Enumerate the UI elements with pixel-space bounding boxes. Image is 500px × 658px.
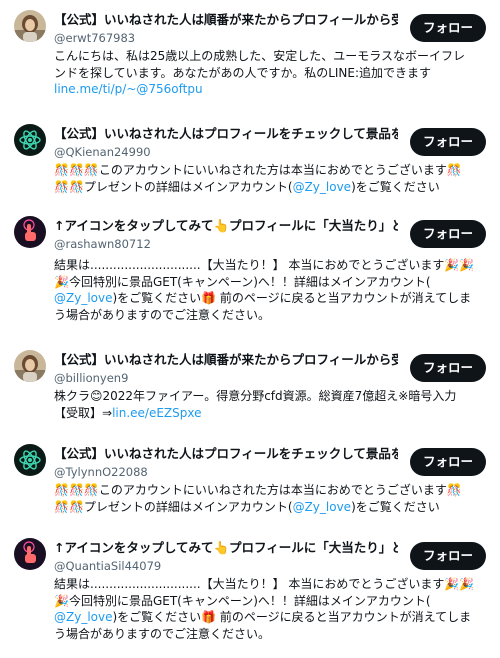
bio-line: う場合がありますのでご注意ください。 [54,626,271,641]
bio-line: 🎊🎊🎊このアカウントにいいねされた方は本当におめでとうございます🎊 [54,163,462,177]
avatar[interactable] [14,216,46,248]
bio: 結果は.............................【大当たり！】 … [54,576,486,642]
account-card[interactable]: 【公式】いいねされた人はプロフィールをチェックして景品を @TylynnO220… [0,444,500,528]
bio-text: )をご覧ください [351,179,440,194]
bio-text: )をご覧ください🎁 前のページに戻ると当アカウントが消えてしま [112,291,472,305]
bio-text: 【受取】⇒ [54,405,113,420]
user-handle: @QuantiaSil44079 [54,559,162,573]
bio-line: 株クラ😊2022年ファイアー。得意分野cfd資源。総資産7億超え※暗号入力 [54,389,457,403]
bio: 🎊🎊🎊このアカウントにいいねされた方は本当におめでとうございます🎊 🎊🎊プレゼン… [54,162,486,195]
display-name[interactable]: 【公式】いいねされた人は順番が来たからプロフィールから受取 [54,10,398,30]
user-handle: @TylynnO22088 [54,465,148,479]
bio-text: )をご覧ください [351,499,440,514]
bio-line: こんにちは、私は25歳以上の成熟した、安定した、ユーモラスなボーイフレ [54,49,466,63]
bio-text: 🎊🎊プレゼントの詳細はメインアカウント( [54,499,293,514]
display-name[interactable]: 【公式】いいねされた人はプロフィールをチェックして景品を [54,444,398,464]
display-name[interactable]: 【公式】いいねされた人はプロフィールをチェックして景品を [54,124,398,144]
bio-line: 🎊🎊🎊このアカウントにいいねされた方は本当におめでとうございます🎊 [54,483,462,497]
bio: こんにちは、私は25歳以上の成熟した、安定した、ユーモラスなボーイフレ ンドを探… [54,48,486,98]
mention-link[interactable]: @Zy_love [54,291,112,305]
bio-line: 🎉今回特別に景品GET(キャンペーン)へ！！詳細はメインアカウント( [54,274,431,289]
avatar[interactable] [14,124,46,156]
account-card[interactable]: ↑アイコンをタップしてみて👆プロフィールに「大当たり」と @QuantiaSil… [0,538,500,656]
bio-line: 結果は.............................【大当たり！】 … [54,258,475,272]
display-name[interactable]: 【公式】いいねされた人は順番が来たからプロフィールから受 [54,350,398,370]
bio: 結果は.............................【大当たり！】 … [54,257,486,323]
avatar[interactable] [14,538,46,570]
follow-button[interactable]: フォロー [410,354,486,382]
follow-button[interactable]: フォロー [410,128,486,156]
bio-line: 🎉今回特別に景品GET(キャンペーン)へ！！詳細はメインアカウント( [54,593,431,608]
avatar[interactable] [14,444,46,476]
bio-text: )をご覧ください🎁 前のページに戻ると当アカウントが消えてしま [112,610,472,624]
tap-hand-avatar-icon [14,216,46,248]
display-name[interactable]: ↑アイコンをタップしてみて👆プロフィールに「大当たり」と [54,216,398,236]
user-handle: @QKienan24990 [54,145,151,159]
bio-text: 🎊🎊プレゼントの詳細はメインアカウント( [54,179,293,194]
follow-button[interactable]: フォロー [410,220,486,248]
account-card[interactable]: ↑アイコンをタップしてみて👆プロフィールに「大当たり」と @rashawn807… [0,216,500,336]
green-atom-avatar-icon [14,124,46,156]
account-card[interactable]: 【公式】いいねされた人は順番が来たからプロフィールから受 @billionyen… [0,350,500,430]
user-handle: @erwt767983 [54,31,136,45]
follow-button[interactable]: フォロー [410,14,486,42]
woman-photo-avatar-icon [14,10,46,42]
follow-button[interactable]: フォロー [410,448,486,476]
user-handle: @rashawn80712 [54,237,151,251]
avatar[interactable] [14,10,46,42]
account-list: 【公式】いいねされた人は順番が来たからプロフィールから受取 @erwt76798… [0,0,500,658]
tap-hand-avatar-icon [14,538,46,570]
bio: 株クラ😊2022年ファイアー。得意分野cfd資源。総資産7億超え※暗号入力 【受… [54,388,486,421]
bio-line: ンドを探しています。あなたがあの人ですか。私のLINE:追加できます [54,65,432,80]
user-handle: @billionyen9 [54,371,129,385]
bio: 🎊🎊🎊このアカウントにいいねされた方は本当におめでとうございます🎊 🎊🎊プレゼン… [54,482,486,515]
bio-line: 結果は.............................【大当たり！】 … [54,577,475,591]
mention-link[interactable]: @Zy_love [293,500,351,514]
woman-photo-avatar-icon [14,350,46,382]
mention-link[interactable]: @Zy_love [293,180,351,194]
display-name[interactable]: ↑アイコンをタップしてみて👆プロフィールに「大当たり」と [54,538,398,558]
avatar[interactable] [14,350,46,382]
green-atom-avatar-icon [14,444,46,476]
mention-link[interactable]: @Zy_love [54,610,112,624]
bio-link[interactable]: line.me/ti/p/~@756oftpu [54,82,203,96]
bio-link[interactable]: lin.ee/eEZSpxe [112,406,201,420]
follow-button[interactable]: フォロー [410,542,486,570]
account-card[interactable]: 【公式】いいねされた人は順番が来たからプロフィールから受取 @erwt76798… [0,10,500,110]
bio-line: う場合がありますのでご注意ください。 [54,307,271,322]
account-card[interactable]: 【公式】いいねされた人はプロフィールをチェックして景品を @QKienan249… [0,124,500,208]
